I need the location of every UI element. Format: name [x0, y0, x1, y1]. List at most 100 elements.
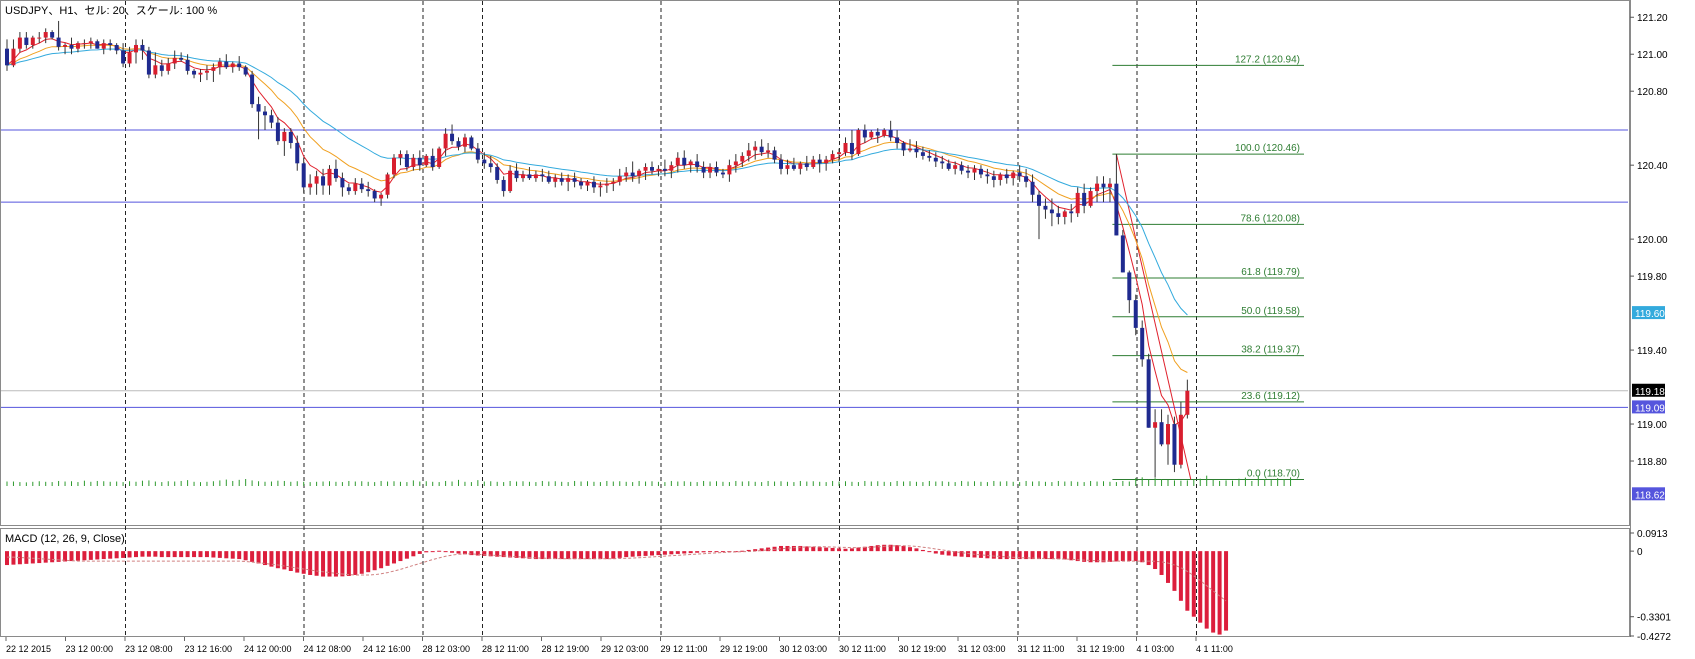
- macd-histogram-bar: [140, 551, 145, 557]
- candle-body: [1120, 235, 1125, 273]
- candle-body: [43, 32, 48, 38]
- price-marker-label: 119.18: [1635, 387, 1665, 398]
- candle-body: [185, 59, 190, 71]
- macd-histogram-bar: [714, 551, 719, 553]
- candle-body: [1017, 172, 1022, 177]
- chart-background: [0, 0, 1695, 659]
- candle-body: [385, 174, 390, 195]
- candle-body: [121, 50, 126, 64]
- macd-histogram-bar: [1011, 551, 1016, 560]
- macd-histogram-bar: [901, 545, 906, 552]
- time-label: 28 12 03:00: [423, 644, 471, 654]
- candle-body: [766, 150, 771, 153]
- candle-body: [114, 44, 119, 51]
- candle-body: [966, 170, 971, 173]
- time-label: 30 12 11:00: [839, 644, 886, 654]
- macd-histogram-bar: [1004, 551, 1009, 560]
- candle-body: [230, 63, 235, 68]
- macd-tick-label: -0.3301: [1637, 613, 1671, 624]
- candle-body: [282, 131, 287, 142]
- candle-body: [1056, 213, 1061, 217]
- macd-histogram-bar: [1140, 551, 1145, 563]
- macd-histogram-bar: [585, 551, 590, 560]
- price-tick-label: 119.00: [1637, 420, 1667, 431]
- time-label: 23 12 16:00: [185, 644, 233, 654]
- macd-histogram-bar: [301, 551, 306, 574]
- macd-histogram-bar: [230, 551, 235, 559]
- candle-body: [1146, 359, 1151, 428]
- macd-histogram-bar: [682, 551, 687, 554]
- macd-histogram-bar: [353, 551, 358, 575]
- candle-body: [192, 70, 197, 75]
- candle-body: [779, 159, 783, 169]
- candle-body: [978, 168, 983, 175]
- candle-body: [1030, 181, 1035, 195]
- fib-level-label: 38.2 (119.37): [1241, 345, 1300, 356]
- candle-body: [166, 63, 171, 71]
- candle-body: [1114, 183, 1119, 236]
- candle-body: [759, 146, 764, 153]
- candle-body: [398, 154, 403, 158]
- candle-body: [359, 183, 364, 190]
- macd-histogram-bar: [927, 551, 932, 553]
- macd-histogram-bar: [456, 551, 461, 554]
- candle-body: [675, 157, 680, 166]
- candle-body: [82, 43, 87, 45]
- macd-histogram-bar: [669, 551, 674, 555]
- macd-histogram-bar: [333, 551, 338, 577]
- macd-histogram-bar: [1159, 551, 1164, 575]
- time-label: 4 1 03:00: [1137, 644, 1175, 654]
- candle-body: [914, 148, 919, 153]
- macd-histogram-bar: [598, 551, 603, 560]
- macd-histogram-bar: [920, 549, 925, 552]
- macd-histogram-bar: [1166, 551, 1170, 583]
- candle-body: [662, 168, 667, 171]
- usdjpy-h1-chart[interactable]: 127.2 (120.94) 100.0 (120.46) 78.6 (120.08…: [0, 0, 1695, 659]
- candle-body: [250, 74, 255, 105]
- candle-body: [256, 104, 261, 112]
- candle-body: [791, 165, 796, 169]
- candle-body: [701, 167, 706, 173]
- candle-body: [372, 191, 377, 199]
- time-label: 24 12 08:00: [304, 644, 352, 654]
- macd-histogram-bar: [69, 551, 74, 562]
- candle-body: [598, 185, 603, 188]
- candle-body: [727, 165, 732, 175]
- macd-histogram-bar: [933, 551, 938, 554]
- macd-histogram-bar: [1198, 551, 1203, 623]
- time-label: 4 1 11:00: [1196, 644, 1233, 654]
- candle-body: [604, 183, 609, 186]
- price-tick-label: 120.00: [1637, 235, 1668, 246]
- candle-body: [785, 165, 790, 169]
- candle-body: [417, 157, 422, 166]
- candle-body: [204, 70, 209, 73]
- candle-body: [24, 37, 29, 45]
- macd-title: MACD (12, 26, 9, Close): [5, 533, 125, 545]
- macd-histogram-bar: [1191, 551, 1196, 617]
- candle-body: [443, 133, 448, 149]
- macd-histogram-bar: [1049, 551, 1054, 560]
- candle-body: [301, 163, 306, 188]
- candle-body: [159, 65, 164, 71]
- candle-body: [63, 44, 68, 47]
- macd-histogram-bar: [688, 551, 693, 554]
- macd-histogram-bar: [424, 551, 429, 553]
- macd-histogram-bar: [385, 551, 390, 566]
- macd-histogram-bar: [346, 551, 351, 576]
- candle-body: [1075, 192, 1080, 214]
- macd-histogram-bar: [843, 548, 848, 552]
- candle-body: [1082, 192, 1087, 206]
- macd-histogram-bar: [611, 551, 616, 559]
- candle-body: [849, 142, 854, 155]
- candle-body: [327, 168, 332, 186]
- macd-histogram-bar: [172, 551, 177, 558]
- macd-histogram-bar: [1062, 551, 1067, 560]
- macd-histogram-bar: [837, 548, 842, 552]
- candle-body: [134, 44, 138, 53]
- candle-body: [546, 176, 551, 182]
- candle-body: [772, 150, 777, 160]
- candle-body: [1166, 424, 1170, 445]
- macd-histogram-bar: [469, 551, 474, 556]
- macd-histogram-bar: [379, 551, 384, 569]
- candle-body: [920, 152, 925, 156]
